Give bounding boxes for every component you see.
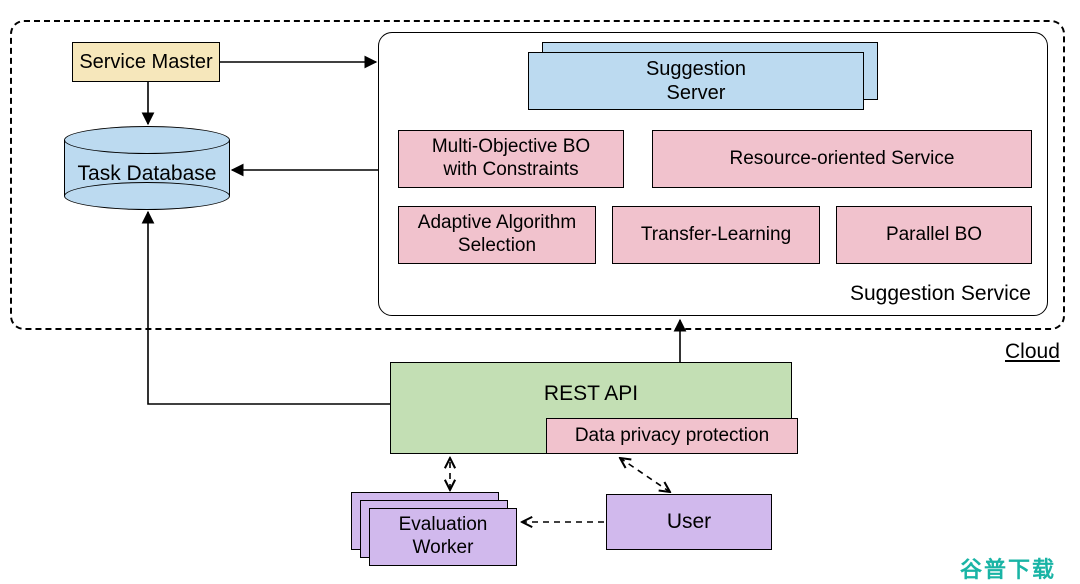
data-privacy-box: Data privacy protection	[546, 418, 798, 454]
suggestion-service-label: Suggestion Service	[850, 282, 1031, 306]
user-box: User	[606, 494, 772, 550]
evaluation-worker-front: Evaluation Worker	[369, 508, 517, 566]
suggestion-server-front: Suggestion Server	[528, 52, 864, 110]
cloud-label: Cloud	[1005, 340, 1060, 364]
feature-parallel-bo: Parallel BO	[836, 206, 1032, 264]
feature-multi-objective: Multi-Objective BO with Constraints	[398, 130, 624, 188]
feature-adaptive-selection: Adaptive Algorithm Selection	[398, 206, 596, 264]
task-database-cylinder: Task Database	[64, 126, 230, 210]
watermark: 谷普下载	[960, 552, 1056, 584]
feature-resource-service: Resource-oriented Service	[652, 130, 1032, 188]
service-master-box: Service Master	[72, 42, 220, 82]
feature-transfer-learning: Transfer-Learning	[612, 206, 820, 264]
task-database-label: Task Database	[64, 162, 230, 186]
